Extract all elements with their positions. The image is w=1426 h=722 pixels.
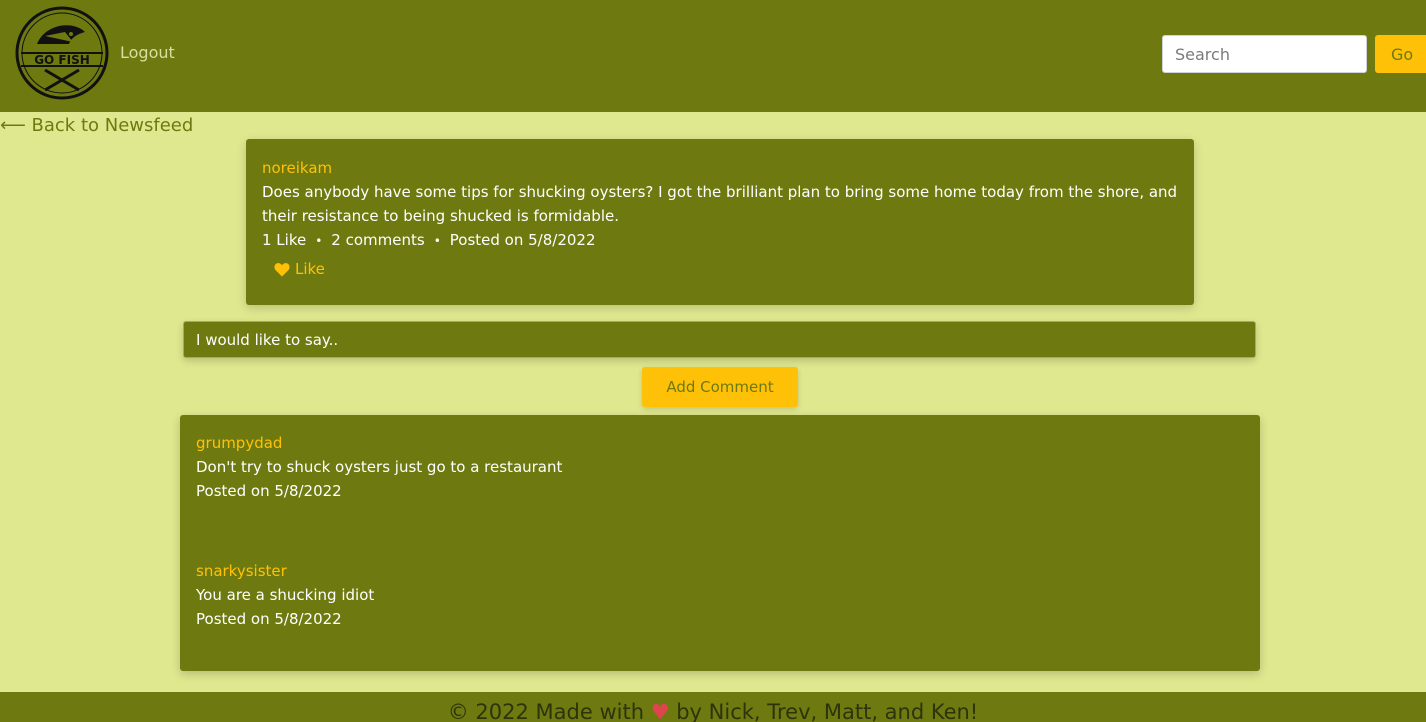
go-fish-logo[interactable]: GO FISH [15, 6, 109, 100]
separator-dot: • [315, 234, 323, 248]
like-button[interactable]: Like [274, 260, 325, 278]
post-comment-count: 2 comments [331, 231, 425, 249]
comment-date: Posted on 5/8/2022 [196, 482, 342, 500]
navbar: GO FISH Logout Go [0, 0, 1426, 112]
footer-prefix: © 2022 Made with [447, 700, 645, 722]
comments-list: grumpydad Don't try to shuck oysters jus… [180, 415, 1260, 671]
add-comment-button[interactable]: Add Comment [642, 367, 798, 407]
search-go-button[interactable]: Go [1375, 35, 1426, 73]
separator-dot: • [433, 234, 441, 248]
footer-credits: © 2022 Made with ♥ by Nick, Trev, Matt, … [448, 692, 978, 722]
footer: © 2022 Made with ♥ by Nick, Trev, Matt, … [0, 692, 1426, 722]
post-card: noreikam Does anybody have some tips for… [246, 139, 1194, 305]
footer-suffix: by Nick, Trev, Matt, and Ken! [676, 700, 979, 722]
comment-body: You are a shucking idiot [196, 586, 375, 604]
comment-author[interactable]: snarkysister [196, 559, 1244, 583]
post-date: Posted on 5/8/2022 [449, 231, 596, 249]
back-to-newsfeed-link[interactable]: ⟵ Back to Newsfeed [0, 115, 193, 136]
search-input[interactable] [1162, 35, 1367, 73]
comment-body: Don't try to shuck oysters just go to a … [196, 458, 563, 476]
comment-date: Posted on 5/8/2022 [196, 610, 342, 628]
like-button-label: Like [295, 260, 325, 278]
comment-input[interactable] [183, 321, 1256, 358]
post-like-count: 1 Like [262, 231, 307, 249]
heart-icon: ♥ [650, 700, 670, 722]
comment-author[interactable]: grumpydad [196, 431, 1244, 455]
post-meta: 1 Like • 2 comments • Posted on 5/8/2022 [262, 228, 1178, 253]
heart-icon [274, 262, 290, 276]
comment-item: snarkysister You are a shucking idiot Po… [196, 559, 1244, 687]
logo-wordmark: GO FISH [34, 53, 90, 67]
post-body: Does anybody have some tips for shucking… [262, 183, 1178, 225]
post-author[interactable]: noreikam [262, 156, 1178, 180]
comment-item: grumpydad Don't try to shuck oysters jus… [196, 431, 1244, 559]
logout-link[interactable]: Logout [120, 43, 175, 62]
